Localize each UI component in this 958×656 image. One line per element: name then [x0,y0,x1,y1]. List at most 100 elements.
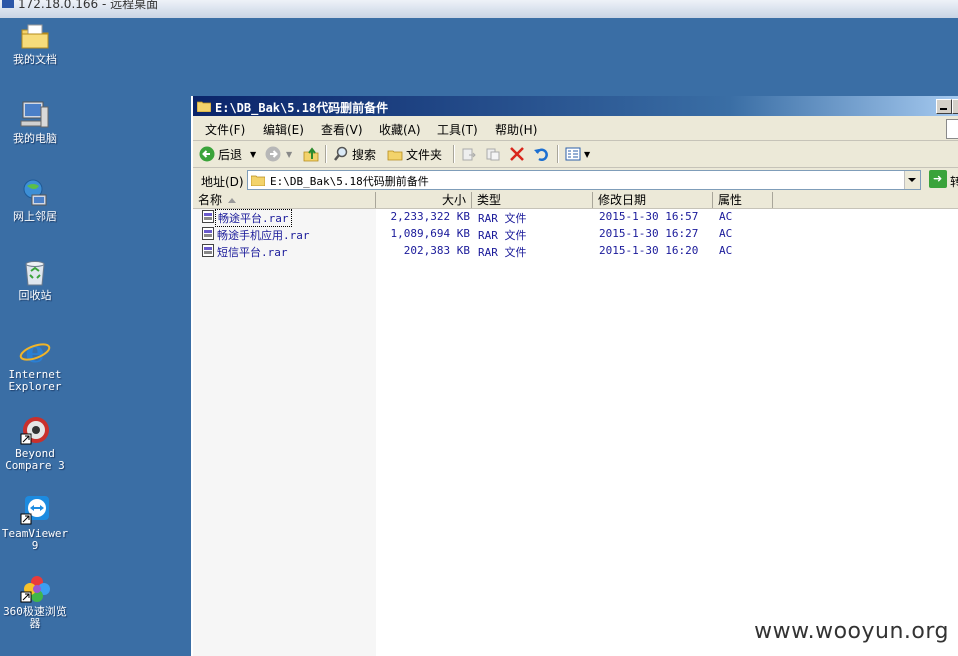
address-label: 地址(D) [201,175,244,189]
desktop-icon-360-browser[interactable]: 360极速浏览器 [0,572,70,630]
menu-favorites[interactable]: 收藏(A) [379,121,421,138]
rar-file-icon [202,227,214,240]
recycle-bin-icon [25,261,45,286]
menu-bar: 文件(F) 编辑(E) 查看(V) 收藏(A) 工具(T) 帮助(H) [193,116,958,141]
folders-icon [387,150,403,161]
desktop-icon-network-places[interactable]: 网上邻居 [0,177,70,223]
rar-file-icon [202,210,214,223]
go-arrow-icon: ➜ [933,172,943,185]
menu-view[interactable]: 查看(V) [321,121,363,138]
move-to-icon [462,148,476,161]
copy-to-button[interactable] [485,145,504,163]
toolbar: 后退 ▼ ▼ 搜索 文件夹 ▼ [193,141,958,168]
file-name: 畅途手机应用.rar [217,229,310,242]
file-attributes: AC [719,210,733,223]
file-row[interactable]: 短信平台.rar 202,383 KB RAR 文件 2015-1-30 16:… [193,242,958,259]
desktop-icon-label: 360极速浏览器 [3,605,67,630]
file-attributes: AC [719,244,733,257]
window-title: E:\DB_Bak\5.18代码删前备件 [215,101,389,115]
desktop-icon-my-computer[interactable]: 我的电脑 [0,99,70,145]
file-row[interactable]: 畅途平台.rar 2,233,322 KB RAR 文件 2015-1-30 1… [193,208,958,227]
views-dropdown-icon[interactable]: ▼ [584,150,590,159]
remote-desktop-titlebar: 172.18.0.166 - 远程桌面 [0,0,958,18]
views-button[interactable]: ▼ [565,145,590,163]
desktop-icon-label: Beyond Compare 3 [5,447,65,472]
file-row[interactable]: 畅途手机应用.rar 1,089,694 KB RAR 文件 2015-1-30… [193,225,958,242]
forward-button[interactable]: ▼ [265,145,292,163]
forward-dropdown-icon[interactable]: ▼ [286,150,292,159]
column-header-modified[interactable]: 修改日期 [593,192,713,208]
search-label: 搜索 [352,147,377,162]
my-computer-icon [20,101,49,128]
file-attributes: AC [719,227,733,240]
maximize-button[interactable] [952,99,958,114]
up-folder-icon [303,147,319,162]
folders-button[interactable]: 文件夹 [387,145,442,163]
address-dropdown-button[interactable] [904,171,920,189]
go-button[interactable]: ➜ [929,170,947,188]
network-places-icon [23,179,47,206]
rar-file-icon [202,244,214,257]
desktop-icon-label: Internet Explorer [8,368,62,393]
menu-file[interactable]: 文件(F) [205,121,245,138]
back-arrow-icon [199,146,215,162]
toolbar-separator [325,145,327,163]
desktop: 我的文档 我的电脑 网上邻居 回收站 e Internet Explorer B… [0,18,192,656]
copy-to-icon [486,148,500,161]
360-browser-icon [20,576,50,603]
desktop-icon-beyond-compare[interactable]: Beyond Compare 3 [0,414,70,472]
svg-text:e: e [25,335,44,367]
sort-ascending-icon [228,198,237,203]
views-icon [565,147,581,161]
explorer-window: E:\DB_Bak\5.18代码删前备件 文件(F) 编辑(E) 查看(V) 收… [191,96,958,656]
column-header-attributes[interactable]: 属性 [713,192,773,208]
file-name: 短信平台.rar [217,246,288,259]
internet-explorer-icon: e [19,335,51,367]
column-header-type[interactable]: 类型 [472,192,593,208]
file-type: RAR 文件 [478,246,527,259]
file-size: 202,383 KB [403,244,470,257]
minimize-button[interactable] [936,99,952,114]
back-dropdown-icon[interactable]: ▼ [250,150,256,159]
beyond-compare-icon [20,417,49,445]
column-header-size[interactable]: 大小 [376,192,472,208]
delete-button[interactable] [509,145,528,163]
move-to-button[interactable] [461,145,480,163]
my-documents-icon [21,24,49,49]
file-size: 2,233,322 KB [390,210,470,223]
back-button[interactable]: 后退 ▼ [199,145,256,163]
desktop-icon-label: 我的电脑 [13,132,57,145]
toolbar-separator [557,145,559,163]
file-list-view: 名称 大小 类型 修改日期 属性 畅途平台.rar 2,233,322 KB R… [193,192,958,656]
file-modified: 2015-1-30 16:57 [599,210,699,223]
file-size: 1,089,694 KB [390,227,470,240]
menu-edit[interactable]: 编辑(E) [263,121,304,138]
desktop-icon-teamviewer[interactable]: TeamViewer 9 [0,494,70,552]
desktop-icon-internet-explorer[interactable]: e Internet Explorer [0,335,70,393]
column-header-name[interactable]: 名称 [193,192,376,208]
watermark: www.wooyun.org [754,619,949,644]
folder-icon [197,101,211,112]
remote-desktop-icon [2,0,14,8]
desktop-icon-my-documents[interactable]: 我的文档 [0,20,70,66]
desktop-icon-label: 网上邻居 [13,210,57,223]
menu-help[interactable]: 帮助(H) [495,121,537,138]
desktop-icon-label: TeamViewer 9 [1,527,69,552]
remote-desktop-title: 172.18.0.166 - 远程桌面 [18,0,159,11]
file-modified: 2015-1-30 16:20 [599,244,699,257]
folder-icon [251,175,265,186]
file-modified: 2015-1-30 16:27 [599,227,699,240]
forward-arrow-icon [265,146,281,162]
window-titlebar[interactable]: E:\DB_Bak\5.18代码删前备件 [193,96,958,116]
windows-logo-icon [946,119,958,139]
file-type: RAR 文件 [478,212,527,225]
menu-tools[interactable]: 工具(T) [437,121,478,138]
search-button[interactable]: 搜索 [333,145,376,163]
up-folder-button[interactable] [303,145,322,163]
address-input[interactable]: E:\DB_Bak\5.18代码删前备件 [247,170,921,190]
go-label[interactable]: 转 [950,173,958,190]
search-icon [334,146,348,161]
file-type: RAR 文件 [478,229,527,242]
undo-button[interactable] [533,145,552,163]
desktop-icon-recycle-bin[interactable]: 回收站 [0,256,70,302]
